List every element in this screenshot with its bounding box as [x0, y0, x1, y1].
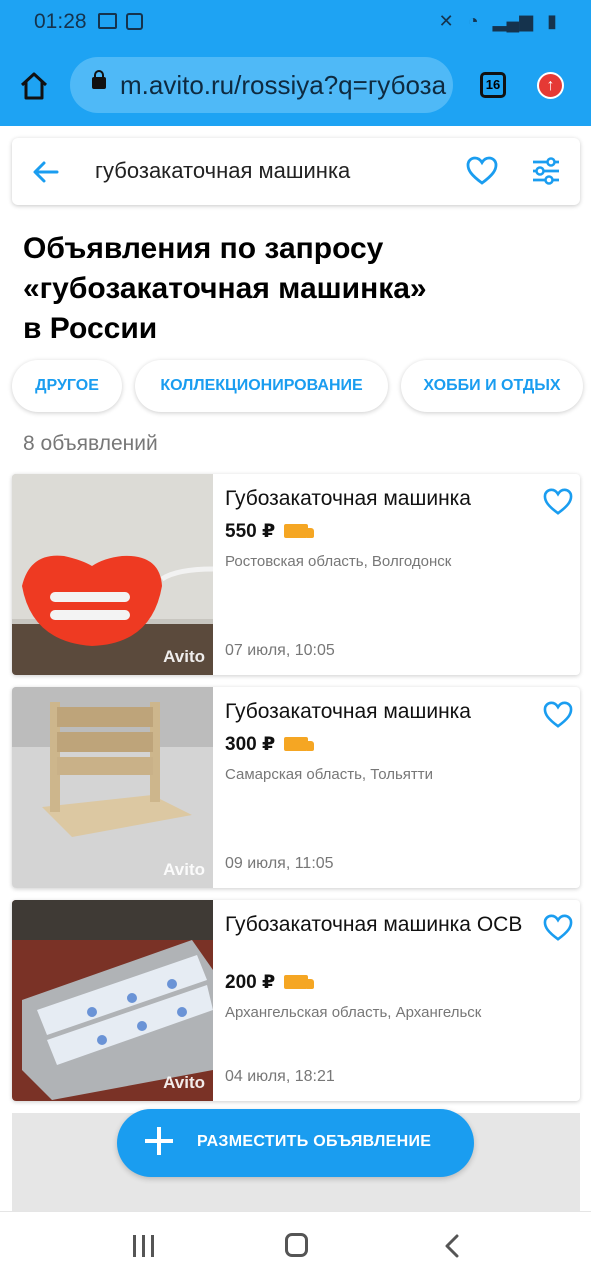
listing-date: 09 июля, 11:05	[225, 855, 334, 872]
signal-icon: ▂▄▆	[492, 11, 534, 31]
heart-icon[interactable]	[466, 156, 498, 186]
listing-title[interactable]: Губозакаточная машинка	[225, 486, 525, 511]
page-title: Объявления по запросу «губозакаточная ма…	[23, 229, 563, 349]
metal-roller-photo	[12, 900, 213, 1101]
browser-chrome: 01:28 ✕ ◔ ▂▄▆ ▮ m.avito.ru/rossiya?q=губ…	[0, 0, 591, 126]
recent-apps-icon[interactable]	[133, 1235, 155, 1257]
battery-icon: ▮	[547, 11, 557, 31]
favorite-heart-icon[interactable]	[543, 488, 573, 516]
app-notification-icon	[126, 13, 143, 30]
search-bar: губозакаточная машинка	[12, 138, 580, 205]
status-bar: 01:28 ✕ ◔ ▂▄▆ ▮	[0, 0, 591, 44]
category-chip-hobby[interactable]: ХОББИ И ОТДЫХ	[401, 360, 583, 412]
listing-price: 200 ₽	[225, 972, 276, 993]
listing-photo[interactable]: Avito	[12, 474, 213, 675]
mute-icon: ✕	[438, 11, 454, 31]
category-chip-collecting[interactable]: КОЛЛЕКЦИОНИРОВАНИЕ	[135, 360, 388, 412]
home-nav-icon[interactable]	[285, 1233, 308, 1257]
page-content: губозакаточная машинка Объявления по зап…	[0, 126, 591, 1211]
page-title-line: в России	[23, 312, 158, 345]
delivery-truck-icon	[284, 524, 314, 538]
listing-price: 550 ₽	[225, 521, 276, 542]
avito-watermark: Avito	[163, 647, 205, 666]
post-ad-label: РАЗМЕСТИТЬ ОБЪЯВЛЕНИЕ	[197, 1133, 432, 1150]
avito-watermark: Avito	[163, 1073, 205, 1092]
category-chip-other[interactable]: ДРУГОЕ	[12, 360, 122, 412]
delivery-truck-icon	[284, 975, 314, 989]
favorite-heart-icon[interactable]	[543, 914, 573, 942]
avito-watermark: Avito	[163, 860, 205, 879]
gallery-notification-icon	[98, 13, 117, 29]
filter-icon[interactable]	[531, 157, 561, 185]
listing-card[interactable]: Avito Губозакаточная машинка 300 ₽ Самар…	[12, 687, 580, 888]
home-icon[interactable]	[18, 70, 50, 102]
wooden-roller-photo	[12, 687, 213, 888]
listing-location: Ростовская область, Волгодонск	[225, 553, 452, 570]
favorite-heart-icon[interactable]	[543, 701, 573, 729]
status-time: 01:28	[34, 10, 87, 33]
address-bar[interactable]: m.avito.ru/rossiya?q=губоза	[70, 57, 453, 113]
delivery-truck-icon	[284, 737, 314, 751]
listing-location: Самарская область, Тольятти	[225, 766, 434, 783]
url-text: m.avito.ru/rossiya?q=губоза	[120, 70, 447, 100]
wifi-icon: ◔	[467, 11, 479, 31]
upload-icon[interactable]: ↑	[537, 72, 564, 99]
status-icons: ✕ ◔ ▂▄▆ ▮	[439, 11, 557, 32]
listing-location: Архангельская область, Архангельск	[225, 1004, 482, 1021]
listing-price: 300 ₽	[225, 734, 276, 755]
page-title-line: Объявления по запросу	[23, 232, 384, 265]
listing-photo[interactable]: Avito	[12, 687, 213, 888]
search-input[interactable]: губозакаточная машинка	[95, 158, 350, 184]
system-nav-bar	[0, 1211, 591, 1280]
post-ad-button[interactable]: РАЗМЕСТИТЬ ОБЪЯВЛЕНИЕ	[117, 1109, 474, 1177]
listing-date: 04 июля, 18:21	[225, 1068, 335, 1085]
listing-card[interactable]: Avito Губозакаточная машинка 550 ₽ Росто…	[12, 474, 580, 675]
tabs-button[interactable]: 16	[480, 72, 506, 98]
listing-card[interactable]: Avito Губозакаточная машинка ОСВ 200 ₽ А…	[12, 900, 580, 1101]
results-count: 8 объявлений	[23, 432, 158, 455]
listing-photo[interactable]: Avito	[12, 900, 213, 1101]
back-nav-icon[interactable]	[443, 1234, 461, 1258]
page-title-line: «губозакаточная машинка»	[23, 272, 427, 305]
lock-icon	[92, 70, 106, 89]
plus-icon	[145, 1127, 173, 1155]
listing-title[interactable]: Губозакаточная машинка	[225, 699, 525, 724]
back-arrow-icon[interactable]	[32, 158, 60, 186]
listing-date: 07 июля, 10:05	[225, 642, 335, 659]
listing-title[interactable]: Губозакаточная машинка ОСВ	[225, 912, 525, 937]
lips-roller-photo	[12, 474, 213, 675]
